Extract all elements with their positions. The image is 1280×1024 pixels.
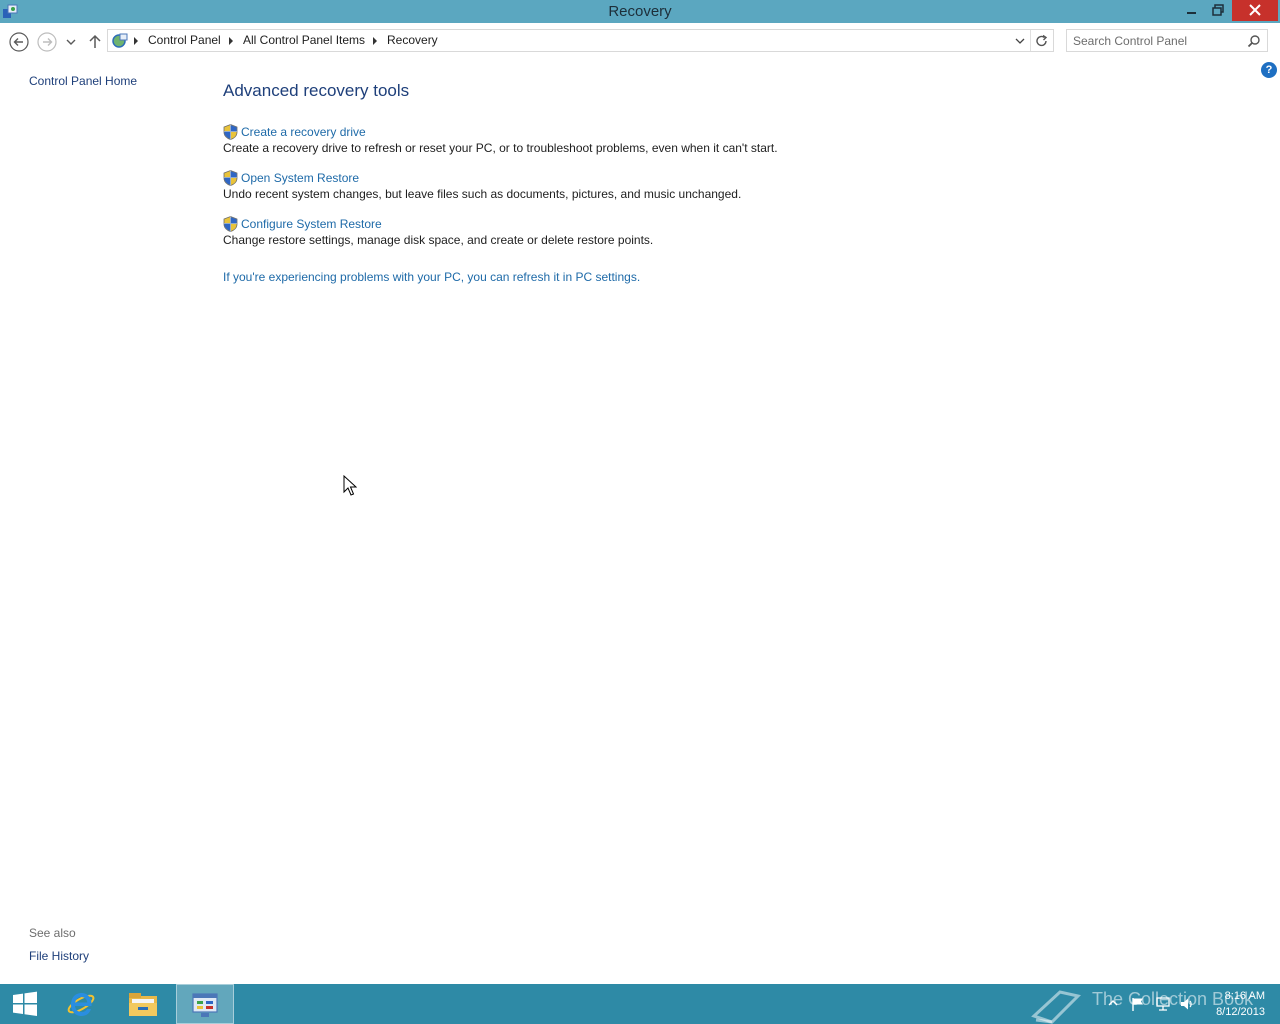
left-pane: Control Panel Home See also File History bbox=[0, 59, 200, 984]
configure-system-restore-link[interactable]: Configure System Restore bbox=[241, 217, 382, 231]
breadcrumb-separator-icon[interactable] bbox=[134, 37, 138, 45]
internet-explorer-icon bbox=[67, 993, 95, 1016]
clock-time: 8:16 AM bbox=[1224, 990, 1265, 1002]
address-dropdown-chevron-icon[interactable] bbox=[1012, 33, 1028, 49]
page-title: Advanced recovery tools bbox=[223, 81, 410, 100]
breadcrumb-control-panel[interactable]: Control Panel bbox=[148, 33, 221, 47]
breadcrumb-separator-icon[interactable] bbox=[229, 37, 233, 45]
see-also-heading: See also bbox=[29, 926, 76, 940]
search-input[interactable] bbox=[1073, 33, 1243, 49]
taskbar-control-panel[interactable] bbox=[176, 984, 234, 1024]
refresh-icon[interactable] bbox=[1033, 32, 1051, 50]
restore-button[interactable] bbox=[1205, 0, 1231, 21]
action-center-flag-icon[interactable] bbox=[1130, 996, 1146, 1012]
breadcrumb-all-control-panel-items[interactable]: All Control Panel Items bbox=[243, 33, 365, 47]
restore-icon bbox=[1212, 4, 1224, 16]
breadcrumb-recovery[interactable]: Recovery bbox=[387, 33, 438, 47]
file-history-link[interactable]: File History bbox=[29, 949, 89, 963]
window-title: Recovery bbox=[608, 3, 672, 20]
show-hidden-icons-chevron-icon[interactable] bbox=[1106, 996, 1120, 1010]
up-one-level-icon[interactable] bbox=[84, 31, 106, 53]
taskbar: The Collection Book 8:16 AM 8/12/2013 bbox=[0, 984, 1280, 1024]
title-bar[interactable]: Recovery bbox=[0, 0, 1280, 23]
navigation-bar: Control Panel All Control Panel Items Re… bbox=[0, 23, 1280, 59]
volume-icon[interactable] bbox=[1179, 996, 1195, 1012]
minimize-button[interactable] bbox=[1178, 0, 1204, 21]
breadcrumb-separator-icon[interactable] bbox=[373, 37, 377, 45]
search-box[interactable] bbox=[1066, 29, 1268, 52]
taskbar-file-explorer[interactable] bbox=[114, 984, 172, 1024]
start-button[interactable] bbox=[0, 984, 50, 1024]
uac-shield-icon bbox=[223, 124, 238, 140]
clock-date: 8/12/2013 bbox=[1216, 1006, 1265, 1018]
system-clock[interactable]: 8:16 AM 8/12/2013 bbox=[1205, 988, 1265, 1020]
close-button[interactable] bbox=[1232, 0, 1278, 21]
refresh-pc-settings-link[interactable]: If you're experiencing problems with you… bbox=[223, 270, 640, 284]
recent-locations-chevron-icon[interactable] bbox=[64, 31, 78, 53]
uac-shield-icon bbox=[223, 170, 238, 186]
taskbar-internet-explorer[interactable] bbox=[52, 984, 110, 1024]
search-icon[interactable] bbox=[1247, 34, 1261, 48]
task-description: Undo recent system changes, but leave fi… bbox=[223, 187, 742, 201]
file-explorer-icon bbox=[129, 993, 157, 1016]
control-panel-icon bbox=[112, 33, 128, 48]
address-bar[interactable]: Control Panel All Control Panel Items Re… bbox=[107, 29, 1054, 52]
network-icon[interactable] bbox=[1155, 996, 1171, 1012]
create-recovery-drive-link[interactable]: Create a recovery drive bbox=[241, 125, 366, 139]
forward-button-icon[interactable] bbox=[36, 31, 58, 53]
address-divider bbox=[1030, 30, 1031, 51]
minimize-icon bbox=[1187, 12, 1196, 14]
task-description: Change restore settings, manage disk spa… bbox=[223, 233, 654, 247]
task-description: Create a recovery drive to refresh or re… bbox=[223, 141, 778, 155]
help-icon[interactable]: ? bbox=[1261, 62, 1277, 78]
open-system-restore-link[interactable]: Open System Restore bbox=[241, 171, 359, 185]
back-button-icon[interactable] bbox=[8, 31, 30, 53]
control-panel-icon bbox=[192, 993, 218, 1017]
book-logo-icon bbox=[1031, 990, 1081, 1024]
start-icon bbox=[13, 991, 37, 1016]
uac-shield-icon bbox=[223, 216, 238, 232]
control-panel-home-link[interactable]: Control Panel Home bbox=[29, 74, 137, 88]
mouse-pointer-icon bbox=[343, 475, 357, 496]
close-icon bbox=[1249, 4, 1261, 16]
